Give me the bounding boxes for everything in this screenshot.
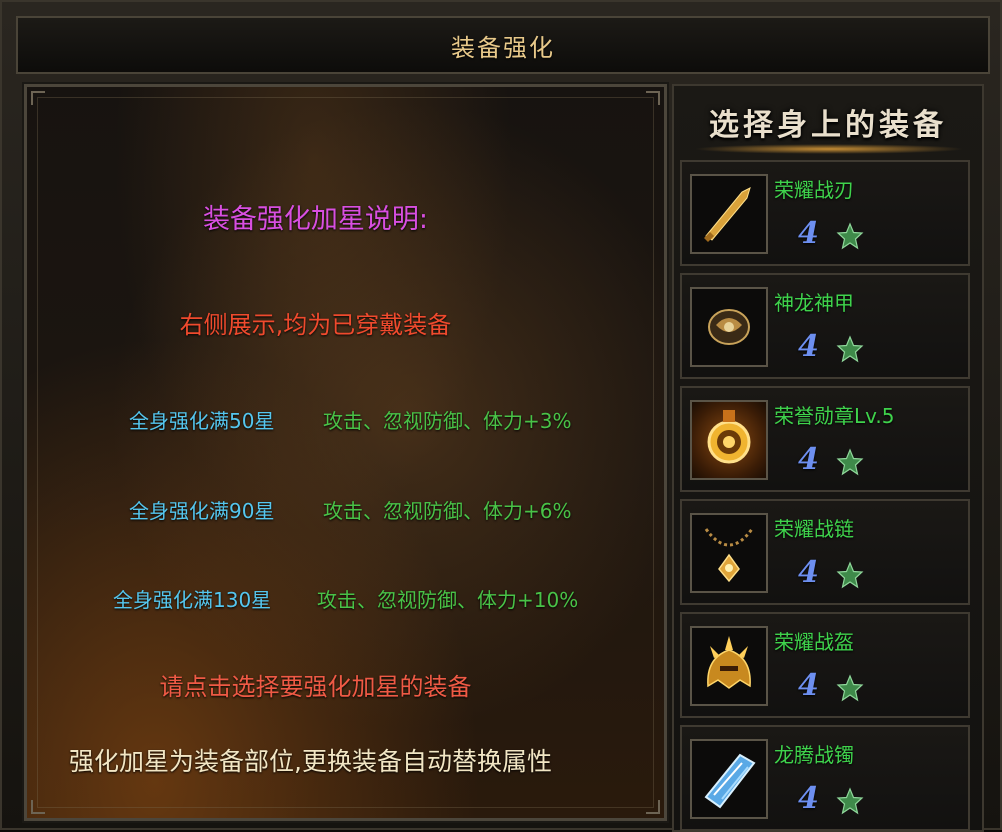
star-count: 4 xyxy=(798,668,819,703)
medal-icon xyxy=(707,410,751,464)
corner-ornament xyxy=(31,91,45,105)
enhance-window: 装备强化 装备强化加星说明: 右侧展示,均为已穿戴装备 全身强化满50星 攻击、… xyxy=(0,0,1002,832)
item-slot xyxy=(690,513,768,593)
star-count: 4 xyxy=(798,442,819,477)
equipment-item[interactable]: 荣耀战盔 4 xyxy=(680,612,970,718)
star-count: 4 xyxy=(798,781,819,816)
select-prompt: 请点击选择要强化加星的装备 xyxy=(159,673,472,701)
item-slot xyxy=(690,287,768,367)
star-icon xyxy=(836,335,864,363)
star-count: 4 xyxy=(798,555,819,590)
equipment-item[interactable]: 龙腾战镯 4 xyxy=(680,725,970,831)
bonus-effect: 攻击、忽视防御、体力+3% xyxy=(323,409,572,433)
item-slot xyxy=(690,400,768,480)
bonus-requirement: 全身强化满50星 xyxy=(129,409,275,433)
star-count: 4 xyxy=(798,216,819,251)
equipment-item[interactable]: 神龙神甲 4 xyxy=(680,273,970,379)
corner-ornament xyxy=(646,800,660,814)
info-subtitle: 右侧展示,均为已穿戴装备 xyxy=(179,311,452,339)
item-name: 荣耀战链 xyxy=(774,517,854,541)
replace-note: 强化加星为装备部位,更换装备自动替换属性 xyxy=(69,747,552,776)
bonus-requirement: 全身强化满90星 xyxy=(129,499,275,523)
sword-icon xyxy=(704,187,751,242)
bonus-requirement: 全身强化满130星 xyxy=(113,588,272,612)
star-count: 4 xyxy=(798,329,819,364)
info-heading: 装备强化加星说明: xyxy=(202,204,429,235)
equipment-item[interactable]: 荣耀战链 4 xyxy=(680,499,970,605)
corner-ornament xyxy=(31,800,45,814)
title-glow xyxy=(694,144,964,154)
equipment-panel-title: 选择身上的装备 xyxy=(709,108,947,143)
window-title: 装备强化 xyxy=(451,33,555,62)
item-name: 荣耀战刃 xyxy=(774,178,854,202)
item-slot xyxy=(690,626,768,706)
bracelet-icon xyxy=(704,753,756,809)
star-icon xyxy=(836,561,864,589)
star-icon xyxy=(836,448,864,476)
title-bar: 装备强化 xyxy=(16,16,990,74)
equipment-panel: 选择身上的装备 荣耀战刃 4 神龙神甲 4 荣誉勋章Lv.5 4 荣耀战链 4 … xyxy=(672,84,984,832)
equipment-item[interactable]: 荣耀战刃 4 xyxy=(680,160,970,266)
star-icon xyxy=(836,222,864,250)
item-slot xyxy=(690,739,768,819)
corner-ornament xyxy=(646,91,660,105)
item-slot xyxy=(690,174,768,254)
bonus-effect: 攻击、忽视防御、体力+6% xyxy=(323,499,572,523)
item-name: 荣耀战盔 xyxy=(774,630,854,654)
helmet-icon xyxy=(707,636,751,689)
necklace-icon xyxy=(704,528,754,583)
star-icon xyxy=(836,787,864,815)
item-name: 荣誉勋章Lv.5 xyxy=(774,404,895,428)
item-name: 龙腾战镯 xyxy=(774,743,854,767)
info-panel: 装备强化加星说明: 右侧展示,均为已穿戴装备 全身强化满50星 攻击、忽视防御、… xyxy=(22,82,669,823)
bonus-effect: 攻击、忽视防御、体力+10% xyxy=(317,588,579,612)
item-name: 神龙神甲 xyxy=(774,291,854,315)
star-icon xyxy=(836,674,864,702)
armor-icon xyxy=(708,309,750,345)
equipment-item[interactable]: 荣誉勋章Lv.5 4 xyxy=(680,386,970,492)
